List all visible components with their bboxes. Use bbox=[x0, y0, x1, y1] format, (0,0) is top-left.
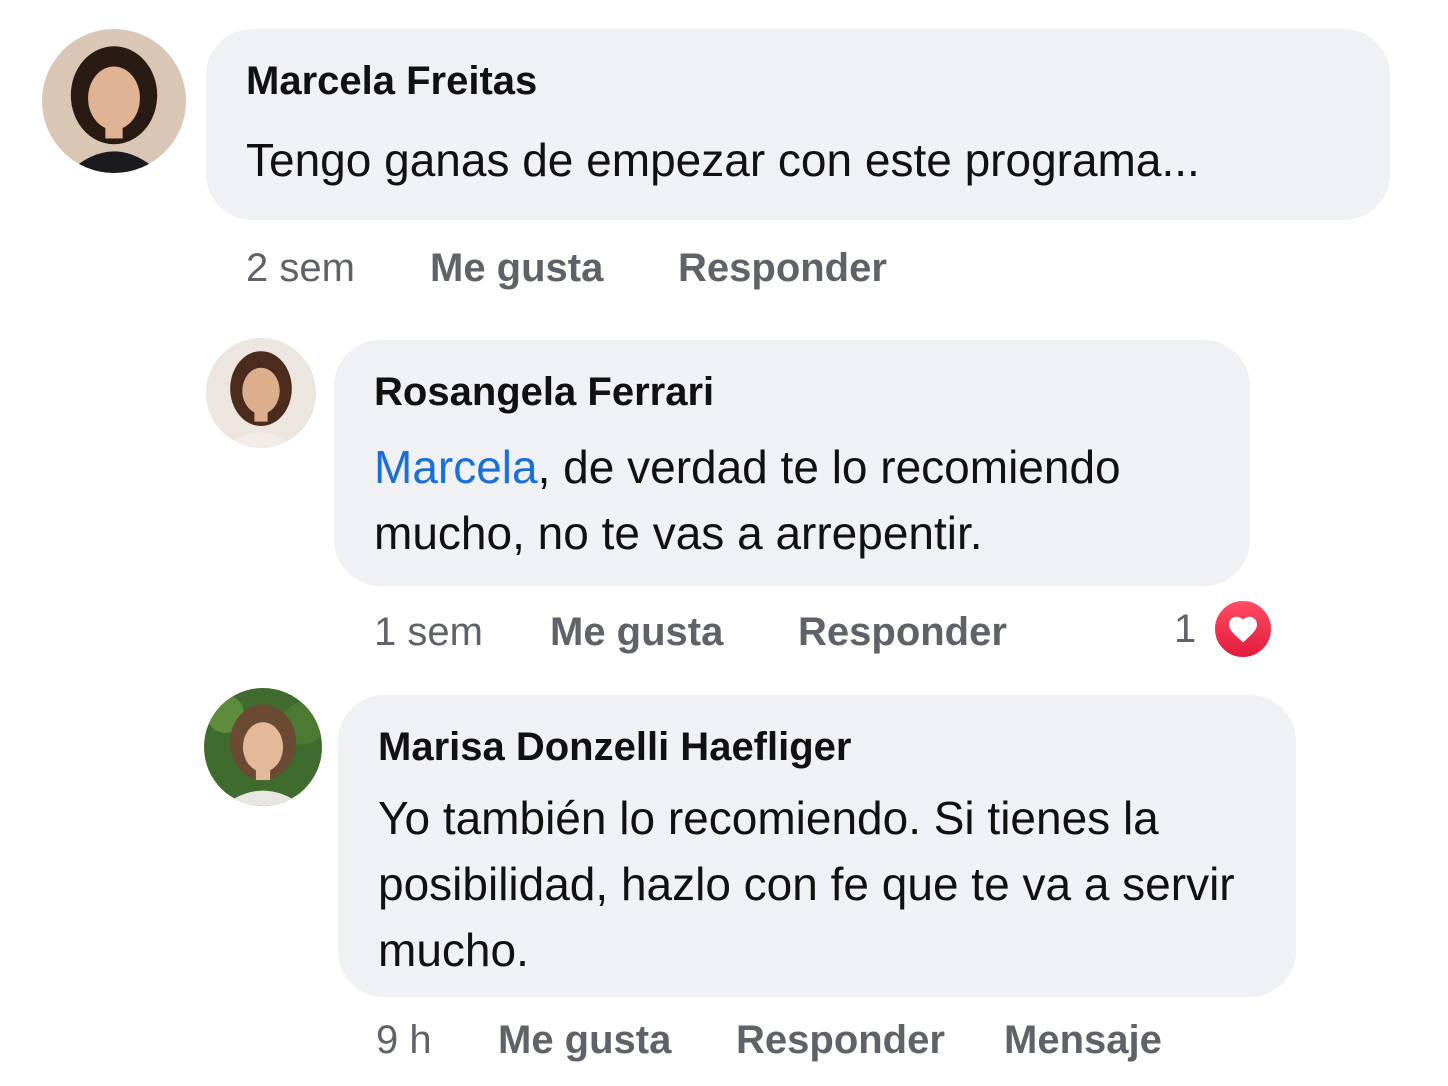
comment-bubble: Rosangela Ferrari Marcela, de verdad te … bbox=[334, 340, 1250, 586]
reply-button[interactable]: Responder bbox=[736, 1018, 945, 1063]
profile-photo-icon bbox=[42, 29, 186, 173]
comment-actions: 9 h Me gusta Responder Mensaje bbox=[376, 1018, 1276, 1068]
comment-bubble: Marcela Freitas Tengo ganas de empezar c… bbox=[206, 29, 1390, 220]
avatar-rosangela-ferrari[interactable] bbox=[206, 338, 316, 448]
comment-text: Marcela, de verdad te lo recomiendo much… bbox=[374, 434, 1234, 566]
comment-text: Tengo ganas de empezar con este programa… bbox=[246, 134, 1200, 186]
reaction-count: 1 bbox=[1174, 606, 1197, 651]
reply-button[interactable]: Responder bbox=[678, 246, 887, 291]
profile-photo-icon bbox=[206, 338, 316, 448]
like-button[interactable]: Me gusta bbox=[430, 246, 603, 291]
comment-text-line: Yo también lo recomiendo. Si tienes la bbox=[378, 792, 1159, 844]
avatar-marisa-donzelli-haefliger[interactable] bbox=[204, 688, 322, 806]
comment-author[interactable]: Marisa Donzelli Haefliger bbox=[378, 725, 851, 770]
comment-time[interactable]: 1 sem bbox=[374, 610, 483, 655]
reaction-summary[interactable]: 1 bbox=[1174, 598, 1275, 660]
comment-time[interactable]: 9 h bbox=[376, 1018, 432, 1063]
comment-time[interactable]: 2 sem bbox=[246, 246, 355, 291]
comment-actions: 1 sem Me gusta Responder bbox=[374, 610, 1074, 660]
message-button[interactable]: Mensaje bbox=[1004, 1018, 1162, 1063]
reply-button[interactable]: Responder bbox=[798, 610, 1007, 655]
comment-text-line: posibilidad, hazlo con fe que te va a se… bbox=[378, 858, 1235, 910]
avatar-marcela-freitas[interactable] bbox=[42, 29, 186, 173]
heart-icon bbox=[1212, 598, 1275, 660]
comment-text: Yo también lo recomiendo. Si tienes la p… bbox=[378, 785, 1278, 983]
comment-text-line: mucho. bbox=[378, 924, 529, 976]
like-button[interactable]: Me gusta bbox=[550, 610, 723, 655]
profile-photo-icon bbox=[204, 688, 322, 806]
comment-text-segment: , de verdad te lo recomiendo bbox=[537, 441, 1121, 493]
mention-link[interactable]: Marcela bbox=[374, 441, 538, 493]
comment-actions: 2 sem Me gusta Responder bbox=[246, 246, 946, 296]
comment-text-line: mucho, no te vas a arrepentir. bbox=[374, 507, 983, 559]
like-button[interactable]: Me gusta bbox=[498, 1018, 671, 1063]
comment-author[interactable]: Rosangela Ferrari bbox=[374, 370, 714, 415]
comment-bubble: Marisa Donzelli Haefliger Yo también lo … bbox=[338, 695, 1296, 997]
comment-author[interactable]: Marcela Freitas bbox=[246, 59, 537, 104]
